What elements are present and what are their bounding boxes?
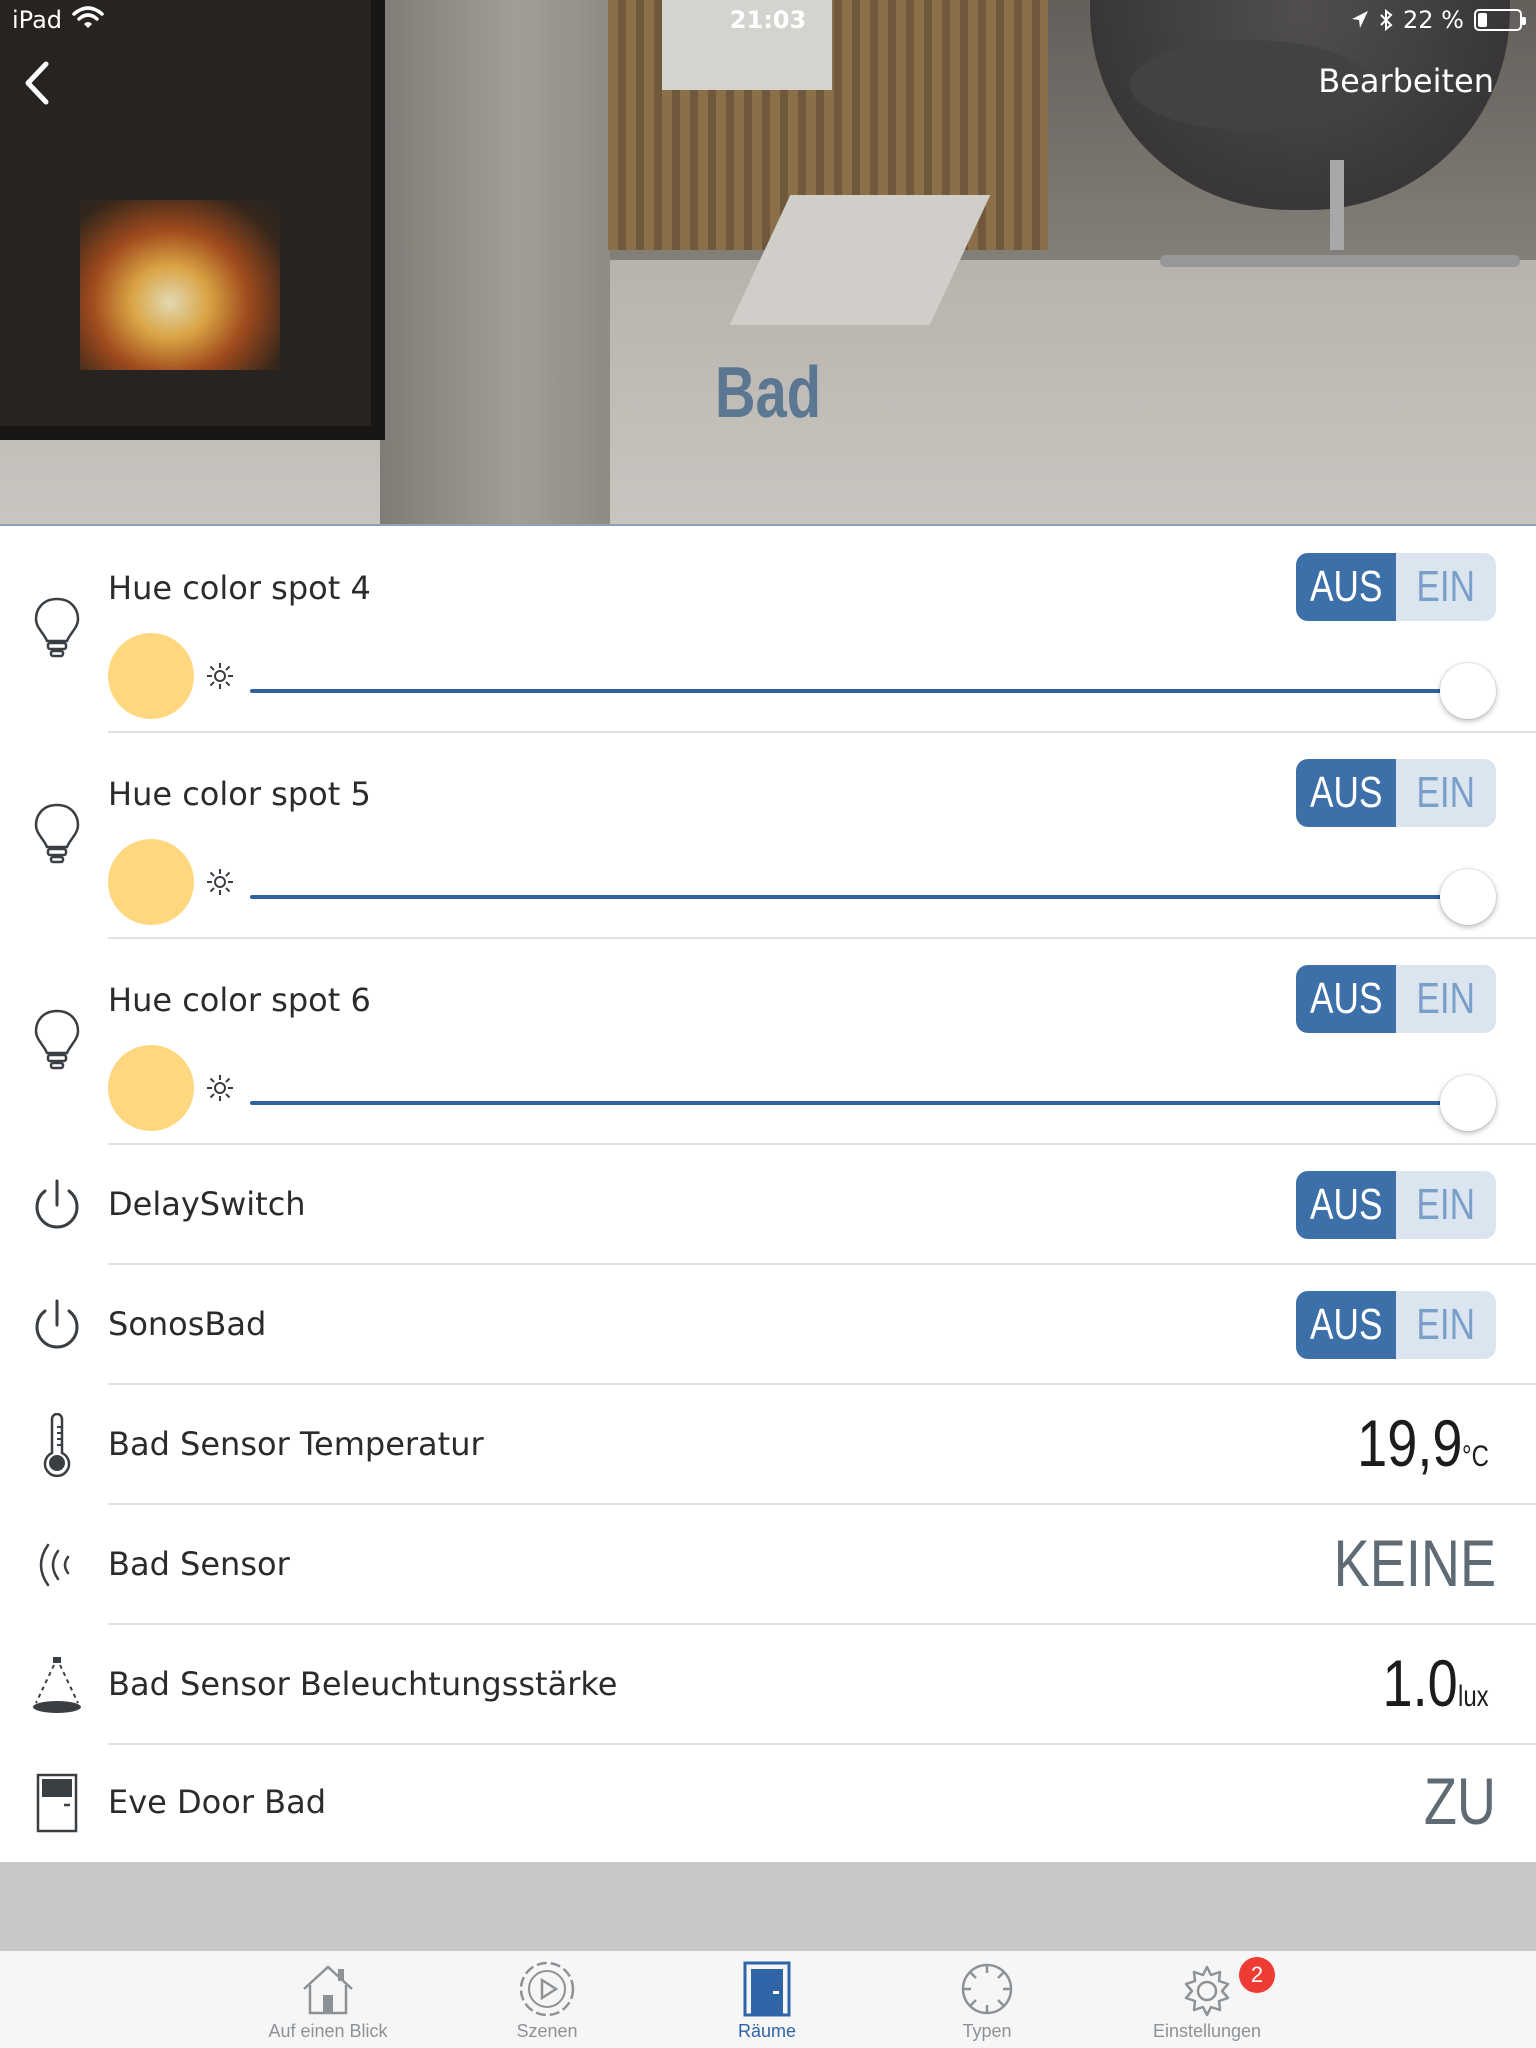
switch-name: DelaySwitch [108,1185,306,1223]
location-icon [1352,11,1369,28]
gear-icon [1184,1965,1230,2017]
tab-bar: Auf einen Blick Szenen Räume Typen 2 Ein… [0,1950,1536,2048]
lightbulb-icon [34,597,80,658]
toggle-on-button[interactable]: EIN [1396,1171,1496,1239]
light-name: Hue color spot 4 [108,569,371,607]
light-color-swatch[interactable] [108,839,194,925]
tab-scenes[interactable]: Szenen [437,1951,657,2048]
brightness-slider-thumb[interactable] [1440,869,1496,925]
tab-overview[interactable]: Auf einen Blick [218,1951,438,2048]
room-title: Bad [714,353,822,433]
lightbulb-icon [34,803,80,864]
light-row: Hue color spot 6 AUS EIN [0,939,1536,1145]
sensor-name: Eve Door Bad [108,1783,327,1821]
toggle-on-button[interactable]: EIN [1396,759,1496,827]
toggle-off-button[interactable]: AUS [1296,1291,1396,1359]
house-icon [303,1965,353,2015]
power-toggle[interactable]: AUS EIN [1296,553,1496,621]
status-right: 22 % [1351,6,1526,34]
battery-icon [1474,9,1526,31]
sensor-value: ZU [1408,1763,1496,1839]
sensor-row: Bad Sensor Temperatur 19,9°C [0,1385,1536,1505]
brightness-slider-thumb[interactable] [1440,663,1496,719]
sensor-name: Bad Sensor Beleuchtungsstärke [108,1665,618,1703]
sensor-row: Eve Door Bad ZU [0,1745,1536,1860]
edit-button[interactable]: Bearbeiten [1318,62,1494,100]
brightness-icon [207,869,233,895]
sensor-row: Bad Sensor KEINE [0,1505,1536,1625]
back-chevron-icon[interactable] [18,58,58,108]
brightness-slider-track[interactable] [250,689,1478,693]
sensor-value: KEINE [1298,1525,1496,1601]
light-color-swatch[interactable] [108,633,194,719]
toggle-off-button[interactable]: AUS [1296,553,1396,621]
tab-label: Räume [737,2021,797,2041]
illuminance-unit: lux [1457,1680,1489,1713]
hero-shade [0,0,1536,526]
brightness-slider-track[interactable] [250,1101,1478,1105]
power-toggle[interactable]: AUS EIN [1296,1171,1496,1239]
door-icon [743,1961,791,2017]
toggle-on-button[interactable]: EIN [1396,965,1496,1033]
toggle-off-button[interactable]: AUS [1296,759,1396,827]
door-icon [36,1773,78,1833]
power-icon [35,1179,79,1229]
brightness-slider-thumb[interactable] [1440,1075,1496,1131]
brightness-slider-track[interactable] [250,895,1478,899]
status-time: 21:03 [729,6,807,34]
sensor-row: Bad Sensor Beleuchtungsstärke 1.0lux [0,1625,1536,1745]
notification-badge: 2 [1239,1957,1275,1993]
hero-divider [0,524,1536,526]
scenes-icon [519,1961,575,2017]
toggle-off-button[interactable]: AUS [1296,965,1396,1033]
tab-types[interactable]: Typen [877,1951,1097,2048]
switch-name: SonosBad [108,1305,267,1343]
sensor-value: 19,9°C [1334,1405,1496,1481]
battery-level [1478,13,1487,27]
tab-label: Einstellungen [1152,2021,1262,2041]
power-toggle[interactable]: AUS EIN [1296,759,1496,827]
sensor-value: 1.0lux [1366,1645,1496,1721]
battery-percent: 22 % [1403,6,1464,34]
light-row: Hue color spot 5 AUS EIN [0,733,1536,939]
toggle-on-button[interactable]: EIN [1396,553,1496,621]
light-name: Hue color spot 6 [108,981,371,1019]
brightness-icon [207,663,233,689]
list-footer [0,1862,1536,1950]
accessory-list: Hue color spot 4 AUS EIN Hue color spot … [0,527,1536,1862]
bluetooth-icon [1380,9,1393,31]
status-bar: iPad 21:03 22 % [0,0,1536,40]
power-toggle[interactable]: AUS EIN [1296,1291,1496,1359]
temperature-unit: °C [1462,1440,1490,1473]
motion-sensor-icon [39,1543,70,1587]
switch-row: SonosBad AUS EIN [0,1265,1536,1385]
tab-rooms[interactable]: Räume [657,1951,877,2048]
illuminance-value: 1.0 [1382,1646,1458,1720]
tab-label: Szenen [516,2021,578,2041]
brightness-icon [207,1075,233,1101]
sensor-name: Bad Sensor [108,1545,290,1583]
thermometer-icon [43,1413,71,1477]
room-header-image: iPad 21:03 22 % Bearbeiten Bad [0,0,1536,526]
door-state-value: ZU [1423,1764,1496,1838]
light-name: Hue color spot 5 [108,775,371,813]
light-row: Hue color spot 4 AUS EIN [0,527,1536,733]
types-icon [961,1963,1013,2015]
power-icon [35,1299,79,1349]
temperature-value: 19,9 [1356,1406,1463,1480]
toggle-off-button[interactable]: AUS [1296,1171,1396,1239]
sensor-name: Bad Sensor Temperatur [108,1425,484,1463]
light-color-swatch[interactable] [108,1045,194,1131]
switch-row: DelaySwitch AUS EIN [0,1145,1536,1265]
tab-settings[interactable]: 2 Einstellungen [1097,1951,1317,2048]
light-sensor-icon [33,1657,81,1713]
toggle-on-button[interactable]: EIN [1396,1291,1496,1359]
motion-value: KEINE [1333,1526,1496,1600]
tab-label: Typen [962,2021,1012,2041]
tab-label: Auf einen Blick [268,2021,388,2041]
power-toggle[interactable]: AUS EIN [1296,965,1496,1033]
lightbulb-icon [34,1009,80,1070]
